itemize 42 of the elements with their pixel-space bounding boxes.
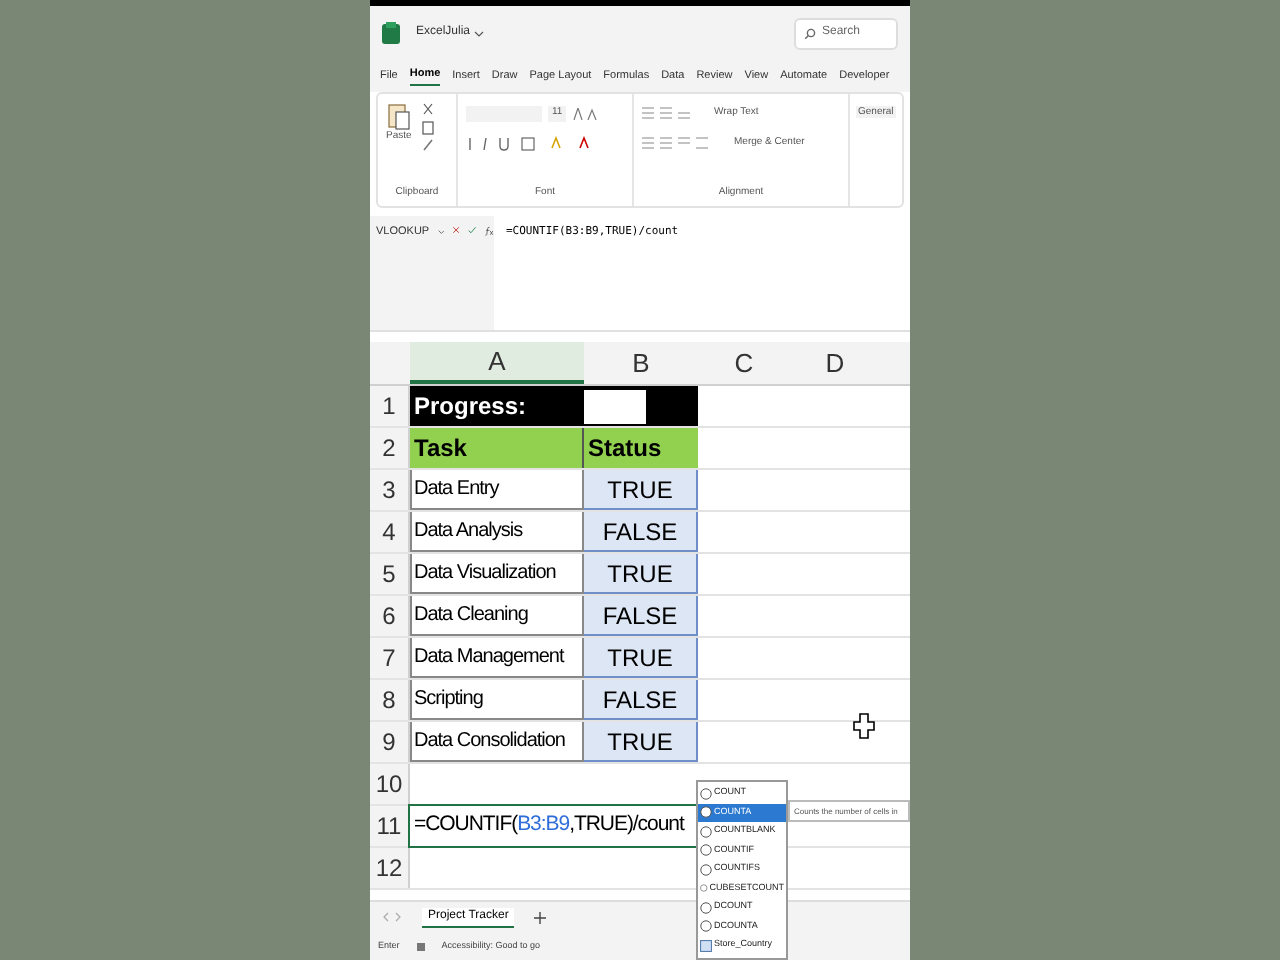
row-header: 2	[370, 428, 410, 468]
sheet-nav-arrows-icon[interactable]	[382, 912, 402, 922]
row-header: 12	[370, 848, 410, 888]
row-header: 6	[370, 596, 410, 636]
row-header: 4	[370, 512, 410, 552]
table-header-cell: Status	[584, 428, 698, 468]
paste-icon[interactable]	[387, 102, 410, 130]
chevron-down-icon[interactable]	[474, 29, 485, 37]
cancel-icon[interactable]	[452, 224, 461, 236]
enter-icon[interactable]	[468, 224, 477, 236]
row-header: 11	[370, 806, 410, 846]
cursor-icon	[852, 712, 876, 740]
row-header: 8	[370, 680, 410, 720]
column-header[interactable]: A	[410, 342, 584, 384]
column-header[interactable]: C	[698, 342, 790, 384]
function-icon[interactable]	[484, 224, 494, 238]
table-cell: FALSE	[584, 596, 698, 636]
table-cell: FALSE	[584, 680, 698, 720]
row-header: 1	[370, 386, 410, 426]
table-icon	[700, 939, 712, 952]
add-sheet-icon[interactable]	[534, 911, 547, 923]
font-size-icon[interactable]	[572, 108, 601, 120]
table-cell: TRUE	[584, 722, 698, 762]
search-icon	[804, 27, 816, 39]
chevron-down-icon[interactable]	[437, 228, 445, 236]
column-header[interactable]: D	[790, 342, 880, 384]
macro-icon	[415, 941, 426, 951]
formula-cell[interactable]: =COUNTIF(B3:B9,TRUE)/count	[410, 806, 698, 846]
table-cell: TRUE	[584, 638, 698, 678]
progress-label: Progress:	[410, 386, 584, 426]
table-header-cell: Task	[410, 428, 584, 468]
row-header: 5	[370, 554, 410, 594]
row-header: 10	[370, 764, 410, 804]
row-header: 3	[370, 470, 410, 510]
row-header: 9	[370, 722, 410, 762]
spreadsheet-app-icon	[382, 22, 400, 44]
clipboard-tools-icon[interactable]	[419, 102, 438, 154]
column-header[interactable]: B	[584, 342, 698, 384]
row-header: 7	[370, 638, 410, 678]
table-cell: FALSE	[584, 512, 698, 552]
table-cell: TRUE	[584, 470, 698, 510]
table-cell: TRUE	[584, 554, 698, 594]
